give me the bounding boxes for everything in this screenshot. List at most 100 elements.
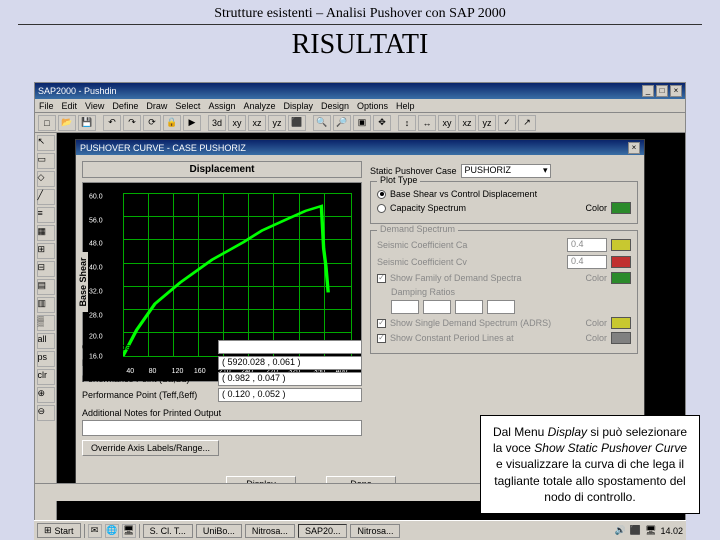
app-title: SAP2000 - Pushdin — [38, 86, 640, 96]
tool4-icon[interactable]: ≡ — [37, 207, 55, 223]
run-icon[interactable]: ▶ — [183, 115, 201, 131]
minimize-button[interactable]: _ — [642, 85, 654, 97]
view-persp-icon[interactable]: ⬛ — [288, 115, 306, 131]
pan-icon[interactable]: ✥ — [373, 115, 391, 131]
menu-help[interactable]: Help — [396, 101, 415, 111]
menu-display[interactable]: Display — [283, 101, 313, 111]
ca-color[interactable] — [611, 239, 631, 251]
radio-capacity[interactable] — [377, 204, 386, 213]
menu-analyze[interactable]: Analyze — [243, 101, 275, 111]
const-color[interactable] — [611, 332, 631, 344]
menu-edit[interactable]: Edit — [62, 101, 78, 111]
tool-a-icon[interactable]: ↕ — [398, 115, 416, 131]
quick2-icon[interactable]: 🌐 — [105, 524, 119, 538]
tool15-icon[interactable]: ⊖ — [37, 405, 55, 421]
show-single-check[interactable] — [377, 319, 386, 328]
tool-b-icon[interactable]: ↔ — [418, 115, 436, 131]
single-color[interactable] — [611, 317, 631, 329]
plot-type-group: Plot Type Base Shear vs Control Displace… — [370, 181, 638, 224]
tool-g-icon[interactable]: ↗ — [518, 115, 536, 131]
zoom-in-icon[interactable]: 🔍 — [313, 115, 331, 131]
tool14-icon[interactable]: ⊕ — [37, 387, 55, 403]
task-item[interactable]: Nitrosa... — [350, 524, 400, 538]
menu-select[interactable]: Select — [175, 101, 200, 111]
dr4[interactable] — [487, 300, 515, 314]
tray-icon[interactable]: 🔊 — [615, 525, 626, 536]
dr2[interactable] — [423, 300, 451, 314]
dr1[interactable] — [391, 300, 419, 314]
menu-assign[interactable]: Assign — [208, 101, 235, 111]
addl-notes-input[interactable] — [82, 420, 362, 436]
show-family-label: Show Family of Demand Spectra — [390, 273, 522, 283]
ca-input[interactable]: 0.4 — [567, 238, 607, 252]
family-color[interactable] — [611, 272, 631, 284]
tool-e-icon[interactable]: yz — [478, 115, 496, 131]
new-icon[interactable]: □ — [38, 115, 56, 131]
menu-file[interactable]: File — [39, 101, 54, 111]
maximize-button[interactable]: □ — [656, 85, 668, 97]
start-button[interactable]: ⊞Start — [37, 523, 81, 538]
tool-d-icon[interactable]: xz — [458, 115, 476, 131]
cv-color[interactable] — [611, 256, 631, 268]
view-xz-icon[interactable]: xz — [248, 115, 266, 131]
view-xy-icon[interactable]: xy — [228, 115, 246, 131]
lock-icon[interactable]: 🔒 — [163, 115, 181, 131]
zoom-out-icon[interactable]: 🔎 — [333, 115, 351, 131]
quick1-icon[interactable]: ✉ — [88, 524, 102, 538]
close-button[interactable]: × — [670, 85, 682, 97]
task-item[interactable]: Nitrosa... — [245, 524, 295, 538]
menu-draw[interactable]: Draw — [146, 101, 167, 111]
menu-options[interactable]: Options — [357, 101, 388, 111]
dialog-close-button[interactable]: × — [628, 142, 640, 154]
y-tick: 48.0 — [89, 241, 103, 248]
y-tick: 40.0 — [89, 265, 103, 272]
menu-view[interactable]: View — [85, 101, 104, 111]
damping-ratios-label: Damping Ratios — [391, 287, 455, 297]
undo-icon[interactable]: ↶ — [103, 115, 121, 131]
tool9-icon[interactable]: ▥ — [37, 297, 55, 313]
tool3-icon[interactable]: ╱ — [37, 189, 55, 205]
static-case-combo[interactable]: PUSHORIZ — [461, 164, 551, 178]
redo-icon[interactable]: ↷ — [123, 115, 141, 131]
tool13-icon[interactable]: clr — [37, 369, 55, 385]
plot-color-swatch[interactable] — [611, 202, 631, 214]
menu-design[interactable]: Design — [321, 101, 349, 111]
pointer-icon[interactable]: ↖ — [37, 135, 55, 151]
tool12-icon[interactable]: ps — [37, 351, 55, 367]
open-icon[interactable]: 📂 — [58, 115, 76, 131]
view-yz-icon[interactable]: yz — [268, 115, 286, 131]
slide-header: Strutture esistenti – Analisi Pushover c… — [0, 0, 720, 24]
dr3[interactable] — [455, 300, 483, 314]
save-icon[interactable]: 💾 — [78, 115, 96, 131]
cursor-loc-input[interactable] — [218, 340, 362, 354]
dialog-titlebar[interactable]: PUSHOVER CURVE - CASE PUSHORIZ × — [76, 140, 644, 155]
show-family-check[interactable] — [377, 274, 386, 283]
menu-define[interactable]: Define — [112, 101, 138, 111]
zoom-extents-icon[interactable]: ▣ — [353, 115, 371, 131]
tool6-icon[interactable]: ⊞ — [37, 243, 55, 259]
tool5-icon[interactable]: ▦ — [37, 225, 55, 241]
override-button[interactable]: Override Axis Labels/Range... — [82, 440, 219, 456]
tool11-icon[interactable]: all — [37, 333, 55, 349]
tool2-icon[interactable]: ◇ — [37, 171, 55, 187]
view-3d-icon[interactable]: 3d — [208, 115, 226, 131]
tool8-icon[interactable]: ▤ — [37, 279, 55, 295]
task-item-active[interactable]: SAP20... — [298, 524, 348, 538]
tool1-icon[interactable]: ▭ — [37, 153, 55, 169]
radio-base-shear[interactable] — [377, 190, 386, 199]
task-item[interactable]: S. Cl. T... — [143, 524, 193, 538]
tray-icon[interactable]: 🖥 — [645, 525, 656, 536]
y-tick: 32.0 — [89, 288, 103, 295]
quick3-icon[interactable]: 🖥 — [122, 524, 136, 538]
pp-teff-label: Performance Point (Teff,ßeff) — [82, 390, 212, 400]
task-item[interactable]: UniBo... — [196, 524, 242, 538]
tool-c-icon[interactable]: xy — [438, 115, 456, 131]
cv-input[interactable]: 0.4 — [567, 255, 607, 269]
tray-icon[interactable]: ⬛ — [630, 525, 641, 536]
tool10-icon[interactable]: ▒ — [37, 315, 55, 331]
show-const-check[interactable] — [377, 334, 386, 343]
tool7-icon[interactable]: ⊟ — [37, 261, 55, 277]
tool-f-icon[interactable]: ✓ — [498, 115, 516, 131]
show-const-label: Show Constant Period Lines at — [390, 333, 514, 343]
refresh-icon[interactable]: ⟳ — [143, 115, 161, 131]
